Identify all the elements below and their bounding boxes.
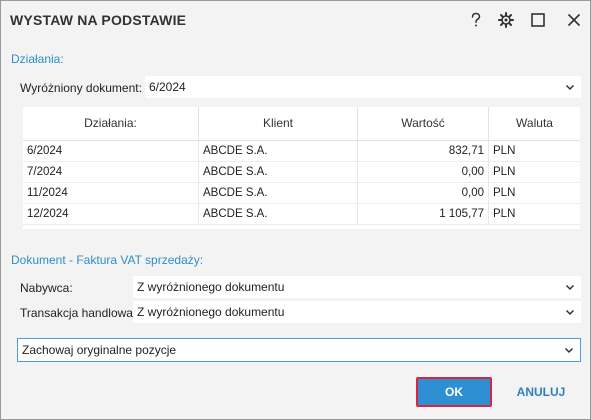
buyer-select[interactable]: Z wyróżnionego dokumentu: [133, 276, 581, 298]
cell-client: ABCDE S.A.: [199, 204, 358, 224]
highlighted-document-label: Wyróżniony dokument:: [20, 81, 142, 95]
positions-value: Zachowaj oryginalne pozycje: [22, 343, 177, 357]
highlighted-document-select[interactable]: 6/2024: [145, 76, 581, 98]
actions-section-label: Działania:: [11, 52, 64, 66]
table-row[interactable]: 7/2024 ABCDE S.A. 0,00 PLN: [23, 162, 580, 183]
ok-button[interactable]: OK: [416, 377, 492, 407]
cell-client: ABCDE S.A.: [199, 162, 358, 182]
chevron-down-icon: [565, 284, 575, 291]
cell-currency: PLN: [493, 187, 516, 199]
transaction-label: Transakcja handlowa:: [20, 306, 137, 320]
cell-document: 6/2024: [23, 141, 199, 161]
table-row[interactable]: 12/2024 ABCDE S.A. 1 105,77 PLN: [23, 204, 580, 225]
cell-value: 832,71: [358, 141, 489, 161]
buyer-value: Z wyróżnionego dokumentu: [137, 280, 285, 294]
title-bar: WYSTAW NA PODSTAWIE: [1, 1, 590, 39]
table-row[interactable]: 6/2024 ABCDE S.A. 832,71 PLN: [23, 141, 580, 162]
cell-currency: PLN: [493, 166, 516, 178]
cell-value: 0,00: [358, 183, 489, 203]
column-header-client[interactable]: Klient: [199, 107, 358, 140]
cell-value: 1 105,77: [358, 204, 489, 224]
dialog-title: WYSTAW NA PODSTAWIE: [10, 12, 187, 28]
transaction-select[interactable]: Z wyróżnionego dokumentu: [133, 301, 581, 323]
maximize-icon[interactable]: [526, 8, 550, 32]
grid-header: Działania: Klient Wartość Waluta: [23, 107, 580, 141]
cell-currency: PLN: [493, 208, 516, 220]
table-row[interactable]: 11/2024 ABCDE S.A. 0,00 PLN: [23, 183, 580, 204]
documents-grid: Działania: Klient Wartość Waluta 6/2024 …: [23, 107, 580, 229]
transaction-value: Z wyróżnionego dokumentu: [137, 305, 285, 319]
chevron-down-icon: [564, 347, 574, 354]
close-icon[interactable]: [562, 8, 586, 32]
gear-icon[interactable]: [494, 8, 518, 32]
dialog-window: WYSTAW NA PODSTAWIE Działania: Wyróżnion…: [0, 0, 591, 420]
positions-select[interactable]: Zachowaj oryginalne pozycje: [17, 338, 581, 362]
column-header-currency[interactable]: Waluta: [489, 107, 580, 140]
cell-value: 0,00: [358, 162, 489, 182]
cell-client: ABCDE S.A.: [199, 183, 358, 203]
column-header-value[interactable]: Wartość: [358, 107, 489, 140]
document-section-label: Dokument - Faktura VAT sprzedaży:: [11, 253, 204, 267]
chevron-down-icon: [565, 309, 575, 316]
chevron-down-icon: [565, 84, 575, 91]
highlighted-document-value: 6/2024: [149, 80, 186, 94]
cell-document: 7/2024: [23, 162, 199, 182]
cell-document: 12/2024: [23, 204, 199, 224]
cell-client: ABCDE S.A.: [199, 141, 358, 161]
cell-currency: PLN: [493, 145, 516, 157]
column-header-actions[interactable]: Działania:: [23, 107, 199, 140]
cell-document: 11/2024: [23, 183, 199, 203]
cancel-button[interactable]: ANULUJ: [506, 377, 576, 407]
question-icon[interactable]: [464, 8, 488, 32]
buyer-label: Nabywca:: [20, 281, 73, 295]
